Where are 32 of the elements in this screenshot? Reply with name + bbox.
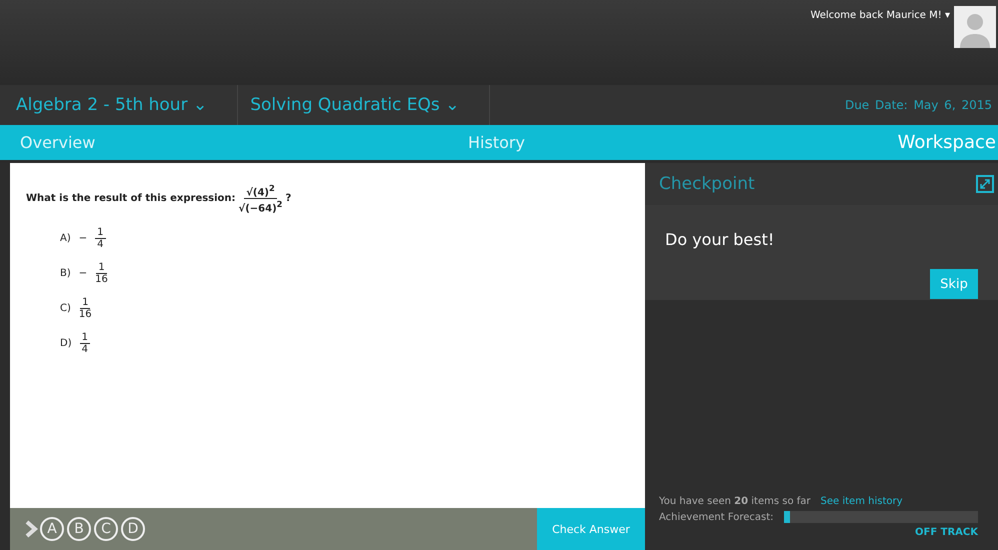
welcome-text[interactable]: Welcome back Maurice M! ▾ — [810, 10, 950, 21]
item-history-link[interactable]: See item history — [820, 496, 903, 507]
answer-choice[interactable]: A — [40, 517, 64, 541]
tab[interactable]: History — [468, 133, 525, 152]
chevron-icon — [24, 520, 38, 538]
check-answer-button[interactable]: Check Answer — [537, 508, 645, 550]
forecast-status: OFF TRACK — [915, 527, 978, 538]
skip-button[interactable]: Skip — [930, 269, 978, 299]
answer-choice[interactable]: C — [94, 517, 118, 541]
minus-sign: − — [78, 232, 88, 244]
minus-sign: − — [78, 268, 88, 279]
checkpoint-message: Do your best! — [665, 230, 776, 249]
option-fraction: 1 16 — [78, 296, 92, 320]
answer-choice[interactable]: B — [67, 517, 91, 541]
option-letter: B) — [60, 268, 71, 279]
due-date: Due Date: May 6, 2015 — [844, 98, 992, 112]
answer-choice[interactable]: D — [121, 517, 145, 541]
question-text: What is the result of this expression: — [26, 193, 236, 204]
option-letter: C) — [60, 302, 71, 314]
option-fraction: 1 16 — [95, 262, 108, 285]
question-mark: ? — [285, 193, 292, 204]
items-seen-text: You have seen 20 items so far — [659, 496, 811, 507]
checkpoint-title: Checkpoint — [659, 174, 755, 194]
expand-icon[interactable] — [976, 175, 994, 193]
option-letter: D) — [60, 338, 72, 349]
tab[interactable]: Overview — [20, 133, 96, 152]
tab[interactable]: Workspace — [898, 132, 996, 153]
math-fraction: √(4)$^{2}$ √(−64)$^{2}$ — [238, 183, 282, 215]
option-fraction: 1 4 — [80, 332, 90, 355]
forecast-label: Achievement Forecast: — [659, 512, 774, 522]
option-fraction: 1 4 — [95, 226, 106, 250]
option-letter: A) — [60, 232, 71, 244]
